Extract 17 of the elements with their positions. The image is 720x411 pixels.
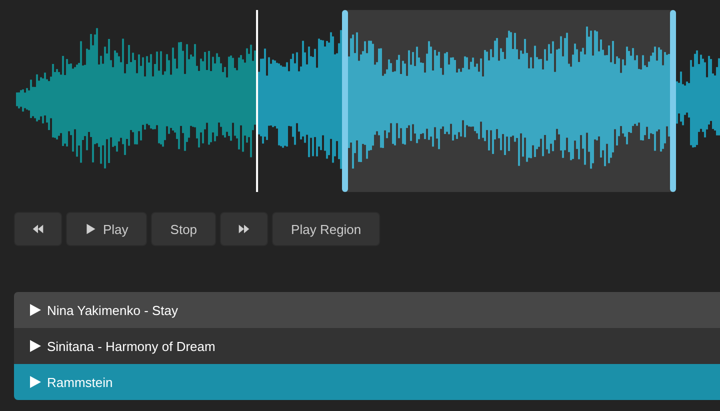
rewind-button[interactable] [14, 212, 62, 246]
stop-button[interactable]: Stop [151, 212, 216, 246]
rewind-icon [32, 223, 44, 235]
playlist-item[interactable]: Rammstein [14, 364, 720, 400]
play-region-button[interactable]: Play Region [272, 212, 380, 246]
region-handle[interactable] [670, 10, 676, 192]
playlist-item[interactable]: Nina Yakimenko - Stay [14, 292, 720, 328]
play-icon [85, 223, 97, 235]
play-icon [30, 340, 41, 352]
playhead[interactable] [256, 10, 258, 192]
play-icon [30, 304, 41, 316]
fast-forward-button[interactable] [220, 212, 268, 246]
playlist-item[interactable]: Sinitana - Harmony of Dream [14, 328, 720, 364]
play-icon [30, 376, 41, 388]
play-button[interactable]: Play [66, 212, 148, 246]
region-handle[interactable] [342, 10, 348, 192]
fast-forward-icon [238, 223, 250, 235]
